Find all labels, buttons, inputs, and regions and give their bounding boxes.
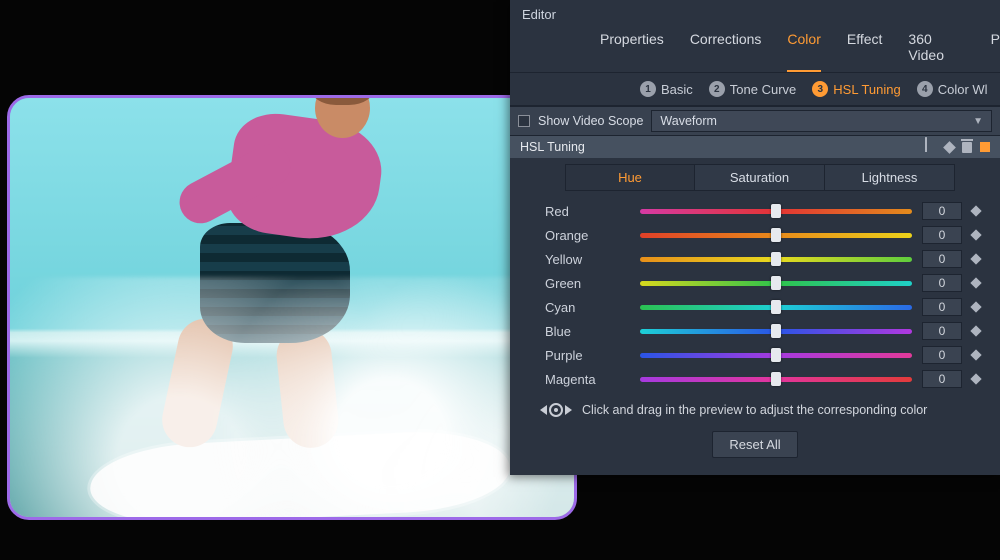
slider-row-green: Green 0 xyxy=(545,271,980,295)
tab-360-video[interactable]: 360 Video xyxy=(908,31,964,72)
section-title: HSL Tuning xyxy=(520,140,585,154)
slider-row-purple: Purple 0 xyxy=(545,343,980,367)
show-scope-label: Show Video Scope xyxy=(538,114,643,128)
slider-value-input[interactable]: 0 xyxy=(922,274,962,292)
hue-slider-orange[interactable] xyxy=(640,233,912,238)
keyframe-icon[interactable] xyxy=(970,205,981,216)
subtab-label: HSL Tuning xyxy=(833,82,900,97)
keyframe-icon[interactable] xyxy=(970,253,981,264)
tab-corrections[interactable]: Corrections xyxy=(690,31,762,72)
slider-label: Red xyxy=(545,204,630,219)
slider-thumb[interactable] xyxy=(771,252,781,266)
keyframe-icon[interactable] xyxy=(970,229,981,240)
slider-label: Yellow xyxy=(545,252,630,267)
slider-thumb[interactable] xyxy=(771,204,781,218)
tab-properties[interactable]: Properties xyxy=(600,31,664,72)
subtab-label: Color Wl xyxy=(938,82,988,97)
scope-row: Show Video Scope Waveform ▼ xyxy=(510,106,1000,136)
keyframe-icon[interactable] xyxy=(970,373,981,384)
keyframe-icon[interactable] xyxy=(970,277,981,288)
tab-effect[interactable]: Effect xyxy=(847,31,883,72)
step-badge: 3 xyxy=(812,81,828,97)
keyframe-icon[interactable] xyxy=(970,325,981,336)
panel-title: Editor xyxy=(510,0,1000,25)
scope-select[interactable]: Waveform ▼ xyxy=(651,110,992,132)
subtab-tone-curve[interactable]: 2 Tone Curve xyxy=(709,81,796,97)
hue-slider-magenta[interactable] xyxy=(640,377,912,382)
reset-all-button[interactable]: Reset All xyxy=(712,431,797,458)
slider-thumb[interactable] xyxy=(771,276,781,290)
slider-row-red: Red 0 xyxy=(545,199,980,223)
hsl-tab-lightness[interactable]: Lightness xyxy=(825,164,955,191)
keyframe-icon[interactable] xyxy=(970,301,981,312)
hue-slider-red[interactable] xyxy=(640,209,912,214)
slider-thumb[interactable] xyxy=(771,300,781,314)
step-badge: 1 xyxy=(640,81,656,97)
slider-row-yellow: Yellow 0 xyxy=(545,247,980,271)
editor-panel: Editor Properties Corrections Color Effect 3… xyxy=(510,0,1000,475)
tab-p[interactable]: P xyxy=(991,31,1000,72)
section-header: HSL Tuning xyxy=(510,136,1000,158)
hue-slider-blue[interactable] xyxy=(640,329,912,334)
hue-slider-purple[interactable] xyxy=(640,353,912,358)
hue-slider-yellow[interactable] xyxy=(640,257,912,262)
video-preview[interactable] xyxy=(7,95,577,520)
keyframe-icon[interactable] xyxy=(970,349,981,360)
subtab-label: Basic xyxy=(661,82,693,97)
step-badge: 4 xyxy=(917,81,933,97)
slider-thumb[interactable] xyxy=(771,228,781,242)
lock-icon[interactable] xyxy=(925,141,937,153)
trash-icon[interactable] xyxy=(962,142,972,153)
slider-label: Purple xyxy=(545,348,630,363)
slider-value-input[interactable]: 0 xyxy=(922,250,962,268)
slider-value-input[interactable]: 0 xyxy=(922,370,962,388)
slider-label: Green xyxy=(545,276,630,291)
preview-content xyxy=(10,98,574,517)
slider-value-input[interactable]: 0 xyxy=(922,298,962,316)
tip-row: Click and drag in the preview to adjust … xyxy=(510,395,1000,427)
subtab-label: Tone Curve xyxy=(730,82,796,97)
slider-value-input[interactable]: 0 xyxy=(922,322,962,340)
slider-value-input[interactable]: 0 xyxy=(922,346,962,364)
hsl-tab-hue[interactable]: Hue xyxy=(565,164,695,191)
slider-thumb[interactable] xyxy=(771,348,781,362)
hsl-tab-saturation[interactable]: Saturation xyxy=(695,164,825,191)
slider-row-cyan: Cyan 0 xyxy=(545,295,980,319)
slider-row-blue: Blue 0 xyxy=(545,319,980,343)
keyframe-icon[interactable] xyxy=(943,141,956,154)
slider-list: Red0Orange0Yellow0Green0Cyan0Blue0Purple… xyxy=(510,197,1000,395)
slider-row-orange: Orange 0 xyxy=(545,223,980,247)
main-tabs: Properties Corrections Color Effect 360 Vide… xyxy=(510,25,1000,73)
subtab-basic[interactable]: 1 Basic xyxy=(640,81,693,97)
step-badge: 2 xyxy=(709,81,725,97)
subtab-color-wl[interactable]: 4 Color Wl xyxy=(917,81,988,97)
slider-row-magenta: Magenta 0 xyxy=(545,367,980,391)
slider-label: Orange xyxy=(545,228,630,243)
scope-select-value: Waveform xyxy=(660,114,717,128)
tip-text: Click and drag in the preview to adjust … xyxy=(582,403,927,417)
hsl-tabs: HueSaturationLightness xyxy=(510,158,1000,197)
targeted-adjust-icon[interactable] xyxy=(540,403,572,417)
hue-slider-cyan[interactable] xyxy=(640,305,912,310)
tab-color[interactable]: Color xyxy=(787,31,820,72)
slider-value-input[interactable]: 0 xyxy=(922,226,962,244)
slider-label: Magenta xyxy=(545,372,630,387)
slider-thumb[interactable] xyxy=(771,372,781,386)
slider-label: Cyan xyxy=(545,300,630,315)
sub-tabs: 1 Basic 2 Tone Curve 3 HSL Tuning 4 Color Wl xyxy=(510,73,1000,106)
slider-thumb[interactable] xyxy=(771,324,781,338)
slider-label: Blue xyxy=(545,324,630,339)
slider-value-input[interactable]: 0 xyxy=(922,202,962,220)
show-scope-checkbox[interactable] xyxy=(518,115,530,127)
enable-toggle-icon[interactable] xyxy=(980,142,990,152)
subtab-hsl-tuning[interactable]: 3 HSL Tuning xyxy=(812,81,900,97)
chevron-down-icon: ▼ xyxy=(973,116,983,127)
hue-slider-green[interactable] xyxy=(640,281,912,286)
